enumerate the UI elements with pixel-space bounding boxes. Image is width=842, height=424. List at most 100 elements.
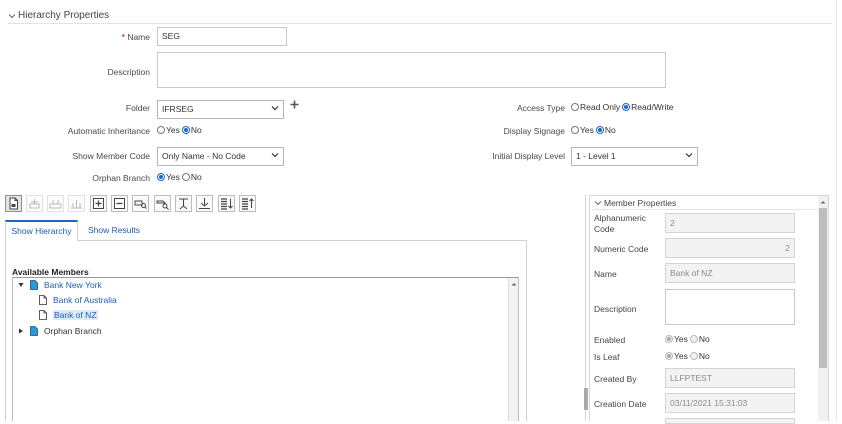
new-member-button[interactable] bbox=[5, 195, 22, 212]
enabled-radios: Yes No bbox=[665, 334, 710, 344]
member-description-label: Description bbox=[594, 304, 637, 314]
numeric-code-label: Numeric Code bbox=[594, 244, 649, 254]
add-folder-plus-icon[interactable] bbox=[290, 100, 299, 109]
orphan-branch-no-radio[interactable] bbox=[181, 173, 190, 181]
add-sibling-icon bbox=[49, 200, 62, 209]
collapsed-triangle-icon bbox=[19, 328, 23, 334]
add-parent-button[interactable] bbox=[68, 195, 85, 212]
expanded-triangle-icon bbox=[18, 283, 24, 287]
member-properties-divider bbox=[592, 209, 818, 210]
is-leaf-radios: Yes No bbox=[665, 351, 710, 361]
access-type-radios: Read Only Read/Write bbox=[571, 102, 674, 112]
folder-select-value: IFRSEG bbox=[162, 104, 194, 114]
show-member-code-value: Only Name - No Code bbox=[162, 151, 246, 161]
tree-item-orphan-branch[interactable]: Orphan Branch bbox=[17, 326, 102, 336]
collapse-all-button[interactable] bbox=[111, 195, 128, 212]
orphan-branch-yes-radio[interactable] bbox=[157, 173, 165, 181]
created-by-field[interactable]: LLFPTEST bbox=[665, 368, 795, 388]
collapse-minus-icon bbox=[114, 198, 125, 209]
section-title: Hierarchy Properties bbox=[18, 10, 110, 21]
find-icon bbox=[134, 200, 147, 209]
enabled-no-radio[interactable] bbox=[689, 335, 698, 343]
name-input[interactable]: SEG bbox=[157, 27, 287, 46]
folder-label: Folder bbox=[125, 103, 150, 113]
chevron-down-icon bbox=[271, 106, 279, 111]
member-description-textarea[interactable] bbox=[665, 289, 795, 325]
show-member-code-select[interactable]: Only Name - No Code bbox=[157, 147, 284, 166]
orphan-branch-radios: Yes No bbox=[157, 172, 202, 182]
expand-all-button[interactable] bbox=[90, 195, 107, 212]
scroll-up-icon bbox=[820, 201, 826, 204]
chevron-down-icon bbox=[271, 153, 279, 158]
search-member-button[interactable] bbox=[154, 195, 171, 212]
section-header[interactable]: Hierarchy Properties bbox=[8, 10, 109, 21]
display-signage-yes-radio[interactable] bbox=[571, 126, 579, 134]
add-parent-icon bbox=[71, 200, 82, 209]
tree-scrollbar[interactable] bbox=[508, 278, 518, 421]
chevron-down-icon bbox=[594, 201, 602, 206]
creation-date-label: Creation Date bbox=[594, 399, 647, 409]
move-up-level-button[interactable] bbox=[175, 195, 192, 212]
access-type-read-write-radio[interactable] bbox=[622, 103, 631, 111]
description-textarea[interactable] bbox=[157, 52, 666, 88]
tree-item-bank-of-australia[interactable]: Bank of Australia bbox=[39, 295, 117, 305]
tree-down-icon bbox=[199, 198, 210, 209]
numeric-code-field[interactable]: 2 bbox=[665, 238, 795, 258]
search-icon bbox=[156, 200, 169, 210]
folder-document-icon bbox=[30, 280, 38, 290]
is-leaf-label: Is Leaf bbox=[594, 352, 620, 362]
display-signage-no-radio[interactable] bbox=[595, 126, 604, 134]
is-leaf-no-radio[interactable] bbox=[689, 352, 698, 360]
alphanumeric-code-field[interactable]: 2 bbox=[665, 213, 795, 233]
automatic-inheritance-no-radio[interactable] bbox=[181, 126, 190, 134]
description-label: Description bbox=[107, 67, 150, 77]
initial-display-level-value: 1 - Level 1 bbox=[576, 151, 616, 161]
chevron-down-icon bbox=[685, 153, 693, 158]
name-label: * Name bbox=[121, 32, 150, 42]
automatic-inheritance-label: Automatic Inheritance bbox=[67, 126, 150, 136]
leaf-document-icon bbox=[39, 310, 47, 320]
access-type-label: Access Type bbox=[516, 103, 565, 113]
splitter-handle[interactable] bbox=[584, 388, 588, 410]
tab-show-hierarchy[interactable]: Show Hierarchy bbox=[5, 220, 78, 241]
automatic-inheritance-yes-radio[interactable] bbox=[157, 126, 165, 134]
expand-plus-icon bbox=[93, 198, 104, 209]
display-signage-radios: Yes No bbox=[571, 125, 616, 135]
alphanumeric-code-label: Alphanumeric Code bbox=[594, 213, 646, 234]
add-sibling-button[interactable] bbox=[47, 195, 64, 212]
is-leaf-yes-radio[interactable] bbox=[665, 352, 673, 360]
sort-descending-button[interactable] bbox=[239, 195, 256, 212]
tab-show-results[interactable]: Show Results bbox=[80, 220, 148, 241]
initial-display-level-select[interactable]: 1 - Level 1 bbox=[571, 147, 698, 166]
scrollbar-thumb[interactable] bbox=[819, 208, 827, 368]
member-name-label: Name bbox=[594, 269, 617, 279]
access-type-read-only-radio[interactable] bbox=[571, 103, 579, 111]
available-members-header: Available Members bbox=[12, 267, 89, 277]
member-name-field[interactable]: Bank of NZ bbox=[665, 263, 795, 283]
tree-up-icon bbox=[179, 198, 188, 210]
display-signage-label: Display Signage bbox=[503, 126, 565, 136]
page-right-border bbox=[836, 0, 837, 421]
add-child-icon bbox=[29, 199, 40, 209]
list-sort-icon bbox=[221, 198, 233, 210]
folder-select[interactable]: IFRSEG bbox=[157, 100, 284, 119]
chevron-down-icon bbox=[8, 13, 16, 18]
created-by-label: Created By bbox=[594, 374, 637, 384]
tree-item-bank-of-nz[interactable]: Bank of NZ bbox=[39, 310, 98, 320]
next-property-field[interactable] bbox=[665, 418, 795, 424]
move-down-level-button[interactable] bbox=[196, 195, 213, 212]
tree-item-bank-new-york[interactable]: Bank New York bbox=[17, 280, 102, 290]
creation-date-field[interactable]: 03/11/2021 15:31:03 bbox=[665, 393, 795, 413]
enabled-yes-radio[interactable] bbox=[665, 335, 673, 343]
automatic-inheritance-radios: Yes No bbox=[157, 125, 202, 135]
member-properties-scrollbar[interactable] bbox=[818, 196, 828, 421]
new-document-icon bbox=[9, 197, 18, 210]
sort-ascending-button[interactable] bbox=[218, 195, 235, 212]
section-divider bbox=[8, 23, 832, 24]
leaf-document-icon bbox=[39, 295, 47, 305]
add-child-button[interactable] bbox=[26, 195, 43, 212]
member-properties-header[interactable]: Member Properties bbox=[594, 198, 676, 208]
show-member-code-label: Show Member Code bbox=[72, 151, 150, 161]
orphan-branch-label: Orphan Branch bbox=[92, 173, 150, 183]
find-member-button[interactable] bbox=[132, 195, 149, 212]
